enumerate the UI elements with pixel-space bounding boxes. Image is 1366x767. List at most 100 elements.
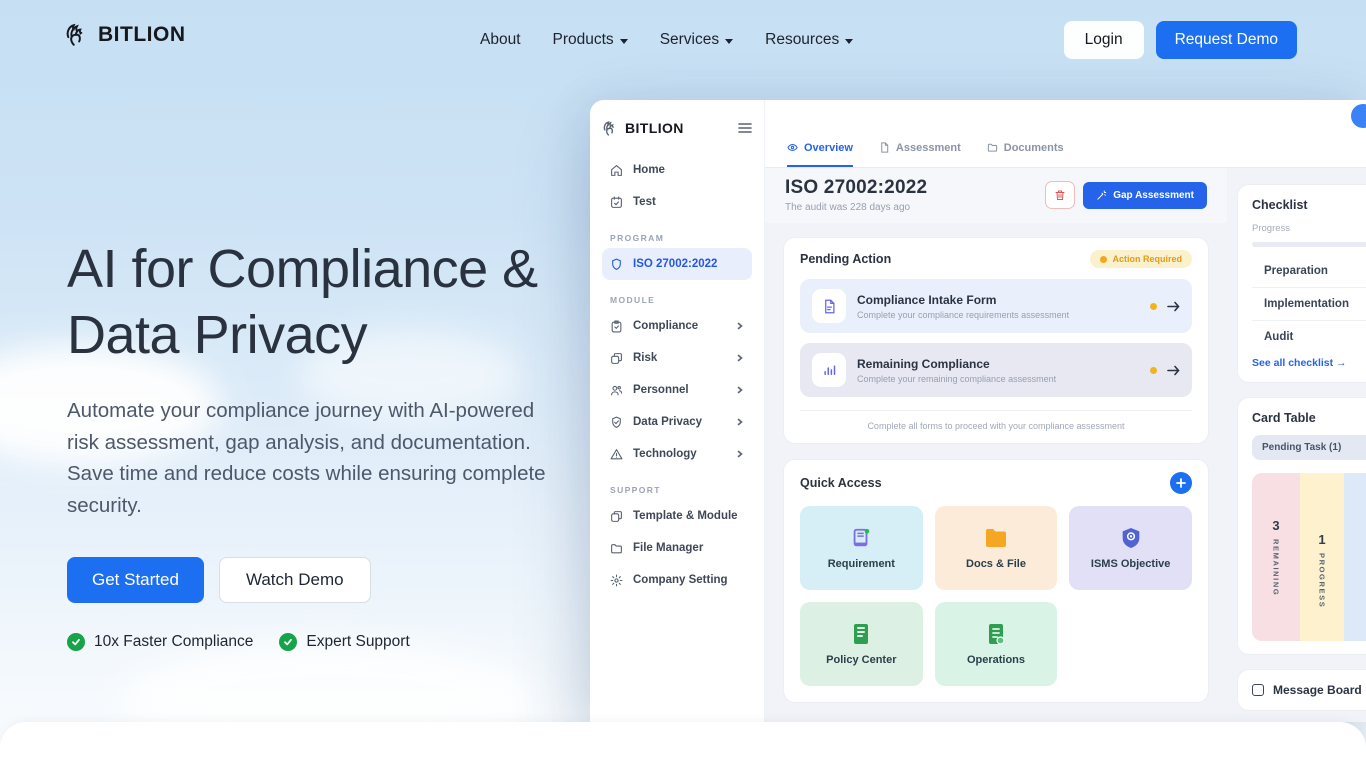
lion-logo-icon xyxy=(64,22,90,48)
sidebar-section-program: PROGRAM xyxy=(610,233,752,243)
card-table-title: Card Table xyxy=(1252,411,1366,425)
arrow-right-icon xyxy=(1167,365,1180,376)
dashboard-brand-name: BITLION xyxy=(625,120,684,136)
hero-title: AI for Compliance &Data Privacy xyxy=(67,236,607,369)
brand-logo[interactable]: BITLION xyxy=(64,22,186,48)
bar-chart-icon xyxy=(812,353,846,387)
operations-clipboard-icon xyxy=(986,623,1006,645)
checklist-item-preparation[interactable]: Preparation xyxy=(1252,255,1366,287)
nav-link-services[interactable]: Services xyxy=(660,31,733,49)
program-title: ISO 27002:2022 xyxy=(785,177,927,199)
file-icon xyxy=(879,142,890,153)
shield-check-icon xyxy=(610,416,623,429)
login-button[interactable]: Login xyxy=(1064,21,1144,59)
dashboard-topbar xyxy=(765,100,1366,130)
checklist-item-audit[interactable]: Audit xyxy=(1252,320,1366,353)
sidebar-item-company-setting[interactable]: Company Setting xyxy=(602,564,752,596)
user-avatar[interactable] xyxy=(1351,104,1366,128)
get-started-button[interactable]: Get Started xyxy=(67,557,204,603)
task-columns: 3 REMAINING 1 PROGRESS xyxy=(1252,473,1366,641)
quick-access-card: Quick Access Requirement xyxy=(783,459,1209,703)
pending-item-intake-form[interactable]: Compliance Intake Form Complete your com… xyxy=(800,279,1192,333)
sidebar-item-test[interactable]: Test xyxy=(602,186,752,218)
status-dot-icon xyxy=(1150,303,1157,310)
nav-link-products[interactable]: Products xyxy=(553,31,628,49)
plus-icon xyxy=(1176,478,1186,488)
sidebar-item-iso-27002[interactable]: ISO 27002:2022 xyxy=(602,248,752,280)
layers-icon xyxy=(610,352,623,365)
dashboard-content-column: ISO 27002:2022 The audit was 228 days ag… xyxy=(765,168,1227,722)
column-remaining[interactable]: 3 REMAINING xyxy=(1252,473,1300,641)
checklist-item-implementation[interactable]: Implementation xyxy=(1252,287,1366,320)
quick-access-title: Quick Access xyxy=(800,476,882,490)
tab-overview[interactable]: Overview xyxy=(787,130,853,167)
gap-assessment-button[interactable]: Gap Assessment xyxy=(1083,182,1207,209)
check-icon xyxy=(279,633,297,651)
watch-demo-button[interactable]: Watch Demo xyxy=(219,557,371,603)
folder-filled-icon xyxy=(984,527,1008,549)
chevron-right-icon xyxy=(736,386,744,394)
sidebar-item-personnel[interactable]: Personnel xyxy=(602,374,752,406)
chevron-right-icon xyxy=(736,450,744,458)
nav-link-resources[interactable]: Resources xyxy=(765,31,853,49)
tab-documents[interactable]: Documents xyxy=(987,130,1064,167)
quick-access-isms-objective[interactable]: ISMS Objective xyxy=(1069,506,1192,590)
dashboard-main: Overview Assessment Documents ISO 27002:… xyxy=(765,100,1366,722)
sidebar-item-home[interactable]: Home xyxy=(602,154,752,186)
tab-assessment[interactable]: Assessment xyxy=(879,130,961,167)
column-progress[interactable]: 1 PROGRESS xyxy=(1300,473,1344,641)
chevron-right-icon xyxy=(736,418,744,426)
warning-triangle-icon xyxy=(610,448,623,461)
pending-item-remaining-compliance[interactable]: Remaining Compliance Complete your remai… xyxy=(800,343,1192,397)
program-subtitle: The audit was 228 days ago xyxy=(785,202,927,213)
hamburger-menu-icon[interactable] xyxy=(738,122,752,134)
folder-icon xyxy=(987,142,998,153)
folder-icon xyxy=(610,542,623,555)
sidebar-item-technology[interactable]: Technology xyxy=(602,438,752,470)
eye-icon xyxy=(787,142,798,153)
dashboard-tabs: Overview Assessment Documents xyxy=(765,130,1366,168)
warning-dot-icon xyxy=(1100,256,1107,263)
nav-links: About Products Services Resources xyxy=(480,0,853,80)
request-demo-button[interactable]: Request Demo xyxy=(1156,21,1297,59)
hero-description: Automate your compliance journey with AI… xyxy=(67,395,549,522)
quick-access-requirement[interactable]: Requirement xyxy=(800,506,923,590)
see-all-checklist-link[interactable]: See all checklist → xyxy=(1252,357,1366,369)
nav-actions: Login Request Demo xyxy=(1064,21,1297,59)
quick-access-operations[interactable]: Operations xyxy=(935,602,1058,686)
pending-task-tab[interactable]: Pending Task (1) xyxy=(1252,435,1366,460)
chevron-down-icon xyxy=(845,39,853,44)
check-icon xyxy=(67,633,85,651)
home-icon xyxy=(610,164,623,177)
arrow-right-icon xyxy=(1167,301,1180,312)
calendar-check-icon xyxy=(610,196,623,209)
chevron-right-icon xyxy=(736,322,744,330)
sidebar-item-template-module[interactable]: Template & Module xyxy=(602,500,752,532)
gear-icon xyxy=(610,574,623,587)
dashboard-scroll-content[interactable]: Pending Action Action Required Co xyxy=(765,223,1227,722)
sidebar-item-compliance[interactable]: Compliance xyxy=(602,310,752,342)
delete-button[interactable] xyxy=(1045,181,1075,209)
checklist-card: Checklist Progress Preparation Implement… xyxy=(1237,184,1366,383)
dashboard-brand-logo[interactable]: BITLION xyxy=(602,120,684,137)
policy-book-icon xyxy=(851,623,871,645)
checklist-title: Checklist xyxy=(1252,198,1366,212)
pages-icon xyxy=(610,510,623,523)
nav-link-about[interactable]: About xyxy=(480,31,521,49)
message-board-card[interactable]: Message Board xyxy=(1237,669,1366,711)
product-dashboard-screenshot: BITLION Home Test PROGRAM ISO 27002:2022… xyxy=(590,100,1366,722)
dashboard-sidebar: BITLION Home Test PROGRAM ISO 27002:2022… xyxy=(590,100,765,722)
dashboard-right-panel: Checklist Progress Preparation Implement… xyxy=(1227,168,1366,722)
quick-access-docs-file[interactable]: Docs & File xyxy=(935,506,1058,590)
requirement-book-icon xyxy=(850,527,872,549)
column-next[interactable] xyxy=(1344,473,1366,641)
sidebar-item-data-privacy[interactable]: Data Privacy xyxy=(602,406,752,438)
add-quick-access-button[interactable] xyxy=(1170,472,1192,494)
sidebar-item-risk[interactable]: Risk xyxy=(602,342,752,374)
message-board-title: Message Board xyxy=(1273,683,1362,697)
progress-bar xyxy=(1252,242,1366,247)
chevron-down-icon xyxy=(725,39,733,44)
quick-access-policy-center[interactable]: Policy Center xyxy=(800,602,923,686)
hero-features: 10x Faster Compliance Expert Support xyxy=(67,633,607,651)
sidebar-item-file-manager[interactable]: File Manager xyxy=(602,532,752,564)
